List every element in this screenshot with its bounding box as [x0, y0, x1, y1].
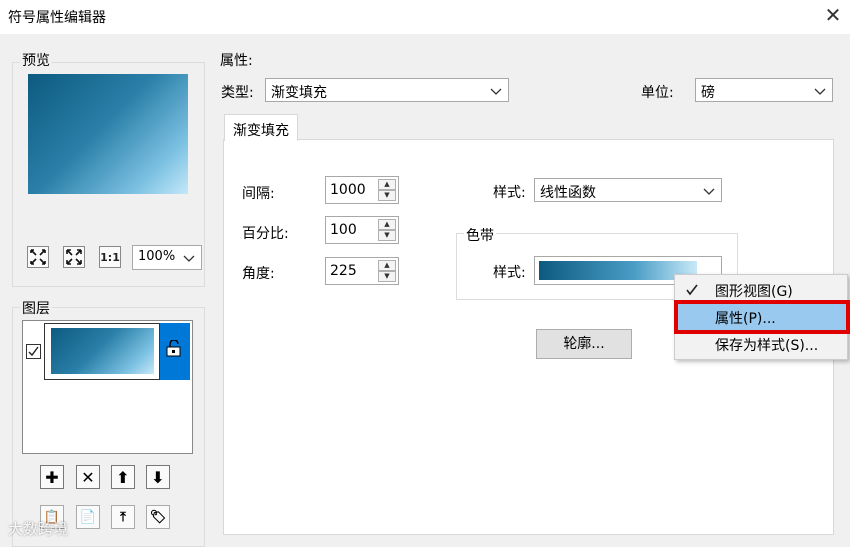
type-select[interactable]: 渐变填充: [265, 78, 509, 102]
angle-label: 角度:: [242, 266, 275, 282]
percent-value: 100: [330, 222, 357, 238]
watermark: 大数跨境: [8, 520, 69, 538]
menu-item-graphic-view[interactable]: 图形视图(G): [675, 277, 847, 303]
menu-item-label: 图形视图(G): [715, 284, 793, 300]
style-label: 样式:: [493, 185, 526, 201]
chevron-down-icon: [703, 188, 715, 195]
interval-value: 1000: [330, 182, 366, 198]
actual-size-button[interactable]: 1:1: [99, 246, 121, 268]
menu-item-properties[interactable]: 属性(P)...: [674, 300, 850, 334]
angle-value: 225: [330, 263, 357, 279]
upload-icon: ⤒: [120, 509, 126, 525]
paste-icon: 📄: [79, 509, 97, 525]
full-extent-icon: [66, 249, 82, 265]
lock-icon: [166, 340, 181, 357]
spin-up-icon[interactable]: ▲: [378, 219, 396, 230]
spin-up-icon[interactable]: ▲: [378, 179, 396, 190]
zoom-value: 100%: [138, 249, 176, 264]
colorband-style-label: 样式:: [493, 265, 526, 281]
one-to-one-icon: 1:1: [100, 250, 120, 264]
spin-down-icon[interactable]: ▼: [378, 271, 396, 282]
angle-spinner[interactable]: 225 ▲ ▼: [325, 257, 399, 285]
layers-label: 图层: [20, 298, 52, 318]
properties-label: 属性:: [220, 53, 253, 69]
checkmark-icon: [686, 284, 698, 296]
menu-item-label: 保存为样式(S)...: [715, 338, 819, 354]
arrow-up-icon: ⬆: [116, 467, 130, 487]
preview-label: 预览: [20, 50, 52, 70]
chevron-down-icon: [183, 255, 195, 262]
style-select[interactable]: 线性函数: [534, 178, 722, 202]
percent-spinner[interactable]: 100 ▲ ▼: [325, 216, 399, 244]
fit-extent-icon: [30, 249, 46, 265]
style-value: 线性函数: [540, 185, 596, 201]
type-value: 渐变填充: [271, 85, 327, 101]
tag-icon: 🏷: [149, 509, 167, 525]
type-label: 类型:: [221, 85, 254, 101]
chevron-down-icon: [490, 88, 502, 95]
move-down-button[interactable]: ⬇: [146, 465, 170, 489]
unit-label: 单位:: [641, 85, 674, 101]
menu-item-label: 属性(P)...: [715, 311, 776, 327]
tag-button[interactable]: 🏷: [146, 505, 170, 529]
title-bar: [0, 0, 850, 34]
spin-down-icon[interactable]: ▼: [378, 230, 396, 241]
context-menu: 图形视图(G) 属性(P)... 保存为样式(S)...: [674, 274, 850, 360]
import-button[interactable]: ⤒: [111, 505, 135, 529]
colorband-label: 色带: [464, 225, 496, 245]
unit-select[interactable]: 磅: [695, 78, 833, 102]
move-up-button[interactable]: ⬆: [111, 465, 135, 489]
fit-extent-button[interactable]: [27, 246, 49, 268]
spin-up-icon[interactable]: ▲: [378, 260, 396, 271]
layer-thumbnail: [51, 328, 154, 374]
delete-icon: ✕: [81, 467, 95, 487]
preview-swatch: [28, 74, 188, 194]
plus-icon: ✚: [45, 467, 59, 487]
checkmark-icon: [28, 346, 39, 357]
layer-row[interactable]: [44, 323, 160, 380]
remove-layer-button[interactable]: ✕: [76, 465, 100, 489]
close-icon[interactable]: ✕: [820, 2, 846, 28]
zoom-select[interactable]: 100%: [132, 245, 202, 270]
chevron-down-icon: [814, 88, 826, 95]
tab-gradient-fill[interactable]: 渐变填充: [224, 114, 298, 141]
outline-button[interactable]: 轮廓...: [536, 329, 632, 359]
arrow-down-icon: ⬇: [151, 467, 165, 487]
interval-label: 间隔:: [242, 186, 275, 202]
percent-label: 百分比:: [242, 226, 289, 242]
interval-spinner[interactable]: 1000 ▲ ▼: [325, 176, 399, 204]
spin-down-icon[interactable]: ▼: [378, 190, 396, 201]
unit-value: 磅: [701, 85, 715, 101]
paste-layer-button[interactable]: 📄: [76, 505, 100, 529]
menu-item-save-as-style[interactable]: 保存为样式(S)...: [675, 331, 847, 357]
full-extent-button[interactable]: [63, 246, 85, 268]
add-layer-button[interactable]: ✚: [40, 465, 64, 489]
layer-lock-area[interactable]: [160, 323, 190, 380]
layer-visibility-checkbox[interactable]: [26, 344, 41, 359]
window-title: 符号属性编辑器: [8, 10, 106, 26]
